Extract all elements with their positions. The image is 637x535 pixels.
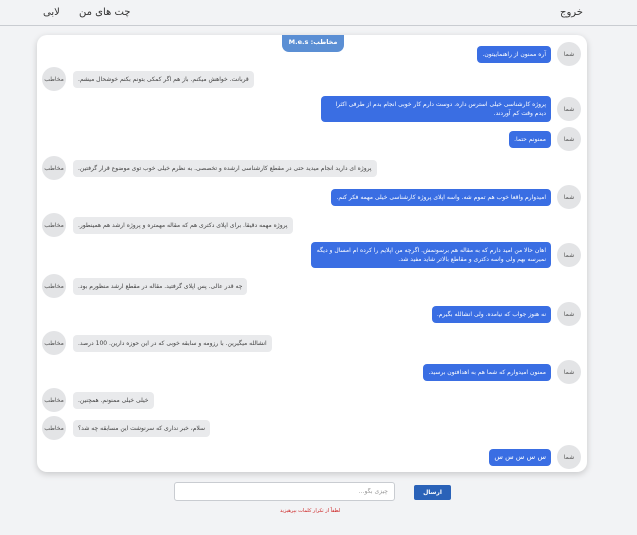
message-bubble: نه هنوز جواب که نیامده. ولی انشالله بگیر… [431, 305, 551, 323]
top-navbar: خروج چت های من لابی [0, 0, 637, 26]
contact-label: مخاطب: M.e.s [282, 35, 344, 52]
me-avatar: شما [557, 127, 581, 151]
message-me: شما ممنون امیدوارم که شما هم به اهدافتون… [423, 360, 581, 384]
other-avatar: مخاطب [42, 274, 66, 298]
me-avatar: شما [557, 42, 581, 66]
other-avatar: مخاطب [42, 331, 66, 355]
message-bubble: س س س س س [489, 448, 551, 466]
message-input[interactable] [174, 482, 395, 501]
message-bubble: پروژه کارشناسی خیلی استرس داره. دوست دار… [321, 96, 551, 122]
other-avatar: مخاطب [42, 388, 66, 412]
message-me: شما اهان حالا من امید دارم که به مقاله ه… [311, 242, 581, 268]
message-me: شما ممنونم حتما. [509, 127, 581, 151]
other-avatar: مخاطب [42, 416, 66, 440]
message-other: مخاطب خیلی خیلی ممنونم. همچنین. [42, 388, 154, 412]
message-me: شما امیدوارم واقعا خوب هم تموم شه. واسه … [331, 185, 581, 209]
message-other: مخاطب قربانت. خواهش میکنم. باز هم اگر کم… [42, 67, 254, 91]
message-bubble: آره ممنون از راهنماییتون. [477, 45, 551, 63]
message-bubble: امیدوارم واقعا خوب هم تموم شه. واسه اپلا… [331, 188, 551, 206]
other-avatar: مخاطب [42, 67, 66, 91]
other-avatar: مخاطب [42, 213, 66, 237]
me-avatar: شما [557, 97, 581, 121]
message-bubble: ممنونم حتما. [509, 130, 551, 148]
message-other: مخاطب سلام، خبر نداری که سرنوشت این مساب… [42, 416, 211, 440]
message-bubble: سلام، خبر نداری که سرنوشت این مسابقه چه … [73, 419, 211, 437]
message-bubble: چه قدر عالی. پس اپلای گرفتید. مقاله در م… [73, 277, 248, 295]
me-avatar: شما [557, 445, 581, 469]
message-bubble: ممنون امیدوارم که شما هم به اهدافتون برس… [423, 363, 551, 381]
message-me: شما س س س س س [489, 445, 581, 469]
message-me: شما آره ممنون از راهنماییتون. [477, 42, 581, 66]
me-avatar: شما [557, 243, 581, 267]
send-button[interactable]: ارسال [414, 485, 451, 500]
exit-link[interactable]: خروج [560, 7, 583, 18]
message-bubble: پروژه مهمه دقیقا. برای اپلای دکتری هم که… [73, 216, 293, 234]
message-bubble: خیلی خیلی ممنونم. همچنین. [73, 391, 154, 409]
message-me: شما پروژه کارشناسی خیلی استرس داره. دوست… [321, 96, 581, 122]
me-avatar: شما [557, 302, 581, 326]
message-other: مخاطب پروژه ای دارید انجام میدید حتی در … [42, 156, 377, 180]
warning-text: لطفاً از تکرار کلمات بپرهیزید [280, 508, 341, 514]
chat-panel: مخاطب: M.e.s شما آره ممنون از راهنماییتو… [37, 35, 587, 472]
message-bubble: انشالله میگیرین. با رزومه و سابقه خوبی ک… [73, 334, 272, 352]
me-avatar: شما [557, 185, 581, 209]
message-bubble: اهان حالا من امید دارم که به مقاله هم بر… [311, 242, 551, 268]
message-other: مخاطب چه قدر عالی. پس اپلای گرفتید. مقال… [42, 274, 248, 298]
me-avatar: شما [557, 360, 581, 384]
message-bubble: قربانت. خواهش میکنم. باز هم اگر کمکی بتو… [73, 70, 254, 88]
lobby-link[interactable]: لابی [43, 7, 60, 18]
message-me: شما نه هنوز جواب که نیامده. ولی انشالله … [431, 302, 581, 326]
message-other: مخاطب انشالله میگیرین. با رزومه و سابقه … [42, 331, 272, 355]
my-chats-link[interactable]: چت های من [79, 7, 130, 18]
message-bubble: پروژه ای دارید انجام میدید حتی در مقطع ک… [73, 159, 377, 177]
other-avatar: مخاطب [42, 156, 66, 180]
message-other: مخاطب پروژه مهمه دقیقا. برای اپلای دکتری… [42, 213, 293, 237]
